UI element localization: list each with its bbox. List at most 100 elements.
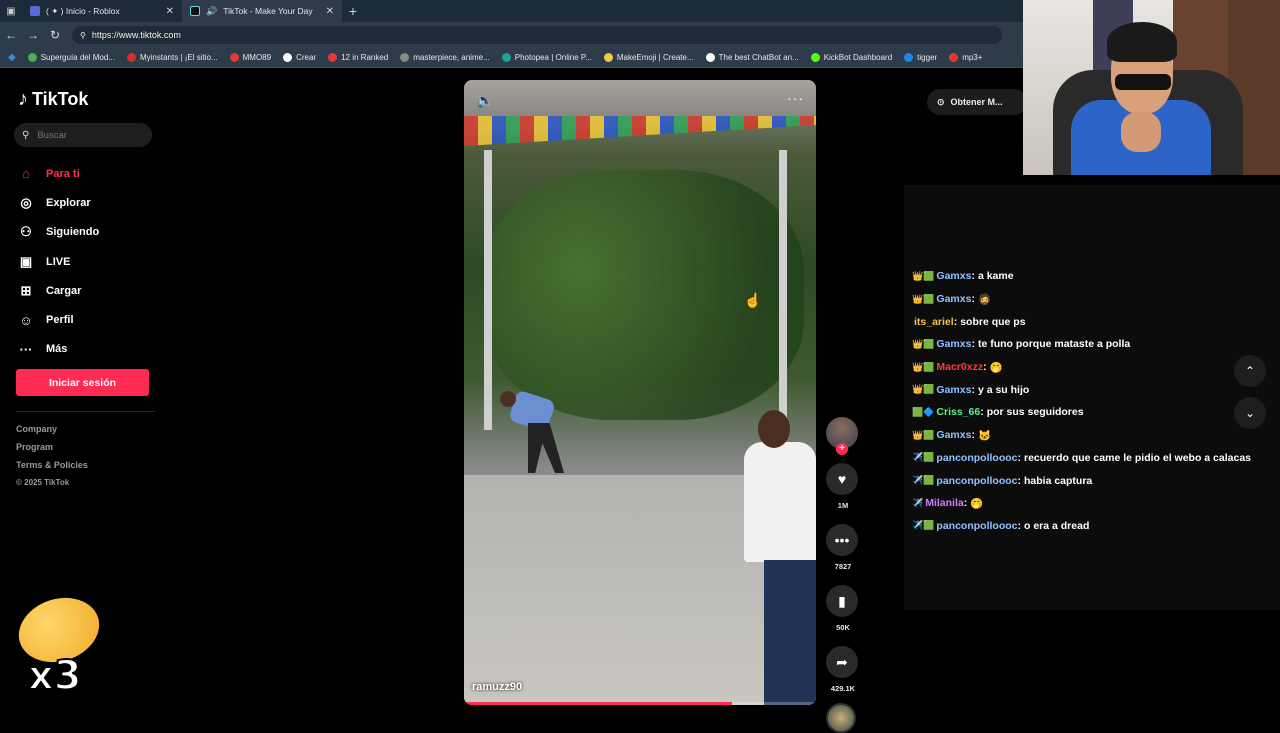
sidebar-nav: ⌂ Para ti ◎ Explorar ⚇ Siguiendo ▣ LIVE ⊞ Cargar ☺… xyxy=(18,159,158,364)
bookmark-item[interactable]: Superguía del Mod... xyxy=(27,53,115,62)
sidebar-item-label: Para ti xyxy=(46,167,80,180)
chat-username[interactable]: panconpolloooc xyxy=(936,452,1017,464)
tab-roblox[interactable]: ( ✦ ) Inicio - Roblox ✕ xyxy=(22,0,182,22)
share-action[interactable]: ➦ 429.1K xyxy=(826,646,860,693)
chat-message: 👑🟩 Gamxs: 🐱 xyxy=(912,424,1272,447)
next-video-button[interactable]: ⌄ xyxy=(1234,397,1266,429)
bookmark-item[interactable]: tigger xyxy=(904,53,937,62)
share-icon[interactable]: ➦ xyxy=(826,646,858,678)
sticker-multiplier: x3 xyxy=(27,652,83,700)
footer-program-link[interactable]: Program xyxy=(16,442,88,460)
bookmark-favicon-icon xyxy=(328,53,338,62)
following-icon: ⚇ xyxy=(20,224,32,240)
bookmark-favicon-icon xyxy=(283,53,293,62)
chat-username[interactable]: Gamxs xyxy=(936,429,971,441)
sidebar-item-profile[interactable]: ☺ Perfil xyxy=(18,305,158,334)
like-action[interactable]: ♥ 1M xyxy=(826,463,860,510)
bookmark-item[interactable]: MMO89 xyxy=(229,53,271,62)
chat-text: recuerdo que came le pidio el webo a cal… xyxy=(1024,451,1252,464)
chat-separator: : xyxy=(980,406,984,419)
chat-username[interactable]: panconpolloooc xyxy=(936,475,1017,487)
sidebar-item-upload[interactable]: ⊞ Cargar xyxy=(18,276,158,305)
chat-badge-icon: ✈️🟩 xyxy=(912,520,935,531)
close-tab-icon[interactable]: ✕ xyxy=(166,6,174,17)
close-tab-icon[interactable]: ✕ xyxy=(326,6,334,17)
new-tab-button[interactable]: + xyxy=(342,3,364,19)
chat-text: 🧔 xyxy=(977,293,992,306)
chat-text: o era a dread xyxy=(1024,519,1090,532)
chat-username[interactable]: Gamxs xyxy=(936,270,971,282)
back-icon[interactable]: ← xyxy=(0,28,22,42)
video-player[interactable]: 🔈 ··· ☝ ramuzz90 xyxy=(464,80,816,705)
search-box[interactable]: ⚲ xyxy=(14,123,152,147)
speaker-icon[interactable]: 🔊 xyxy=(206,6,217,17)
bookmark-item[interactable]: KickBot Dashboard xyxy=(810,53,892,62)
bookmark-item[interactable]: Myinstants | ¡El sitio... xyxy=(126,53,218,62)
bookmark-label: Crear xyxy=(296,53,317,62)
comment-action[interactable]: ••• 7827 xyxy=(826,524,860,571)
sidebar-item-home[interactable]: ⌂ Para ti xyxy=(18,159,158,188)
bookmark-item[interactable]: 12 in Ranked xyxy=(328,53,388,62)
reload-icon[interactable]: ↻ xyxy=(44,28,66,42)
login-button[interactable]: Iniciar sesión xyxy=(16,369,149,396)
chat-badge-icon: 👑🟩 xyxy=(912,293,935,304)
logo-text: TikTok xyxy=(32,89,89,109)
chat-username[interactable]: Gamxs xyxy=(936,338,971,350)
sidebar-item-compass[interactable]: ◎ Explorar xyxy=(18,188,158,217)
forward-icon[interactable]: → xyxy=(22,28,44,42)
bookmark-favicon-icon xyxy=(27,53,37,62)
bookmark-item[interactable]: The best ChatBot an... xyxy=(705,53,799,62)
chat-text: 🤭 xyxy=(989,361,1003,374)
sidebar-item-live[interactable]: ▣ LIVE xyxy=(18,247,158,276)
chat-username[interactable]: Macr0xzz xyxy=(936,361,983,373)
bookmark-item[interactable]: MakeEmoji | Create... xyxy=(603,53,694,62)
chat-username[interactable]: Gamxs xyxy=(936,293,971,305)
sidebar-divider xyxy=(16,411,156,412)
edge-icon[interactable]: ◆ xyxy=(8,52,16,63)
bookmark-item[interactable]: Crear xyxy=(283,53,316,62)
creator-avatar[interactable]: + xyxy=(826,417,858,455)
chat-username[interactable]: its_ariel xyxy=(914,316,954,328)
tab-tiktok[interactable]: 🔊 TikTok - Make Your Day ✕ xyxy=(182,0,342,22)
follow-plus-icon[interactable]: + xyxy=(836,443,848,455)
bookmark-label: Superguía del Mod... xyxy=(40,53,115,62)
site-info-icon[interactable]: ⚲ xyxy=(80,31,86,40)
more-options-icon[interactable]: ··· xyxy=(787,90,804,106)
save-action[interactable]: ▮ 50K xyxy=(826,585,860,632)
url-field[interactable]: ⚲ https://www.tiktok.com xyxy=(72,26,1002,44)
footer-terms-link[interactable]: Terms & Policies xyxy=(16,460,88,478)
chat-username[interactable]: Milanila xyxy=(925,497,964,509)
chat-message: 👑🟩 Gamxs: te funo porque mataste a polla xyxy=(912,333,1272,356)
search-input[interactable] xyxy=(37,129,138,141)
chat-username[interactable]: Criss_66 xyxy=(936,406,980,418)
previous-video-button[interactable]: ⌃ xyxy=(1234,355,1266,387)
bookmark-favicon-icon xyxy=(603,53,613,62)
video-progress-bar[interactable] xyxy=(464,702,816,705)
chat-message: ✈️ Milanila: 🤭 xyxy=(912,492,1272,515)
home-icon: ⌂ xyxy=(22,166,30,182)
sidebar-item-following[interactable]: ⚇ Siguiendo xyxy=(18,218,158,247)
bookmark-item[interactable]: Photopea | Online P... xyxy=(501,53,592,62)
tab-actions-icon[interactable]: ▣ xyxy=(0,0,22,22)
bookmark-item[interactable]: masterpiece, anime... xyxy=(400,53,490,62)
chat-separator: : xyxy=(971,383,975,396)
bookmark-item[interactable]: mp3+ xyxy=(949,53,982,62)
video-author[interactable]: ramuzz90 xyxy=(472,681,522,693)
tiktok-logo[interactable]: ♪ TikTok xyxy=(18,88,88,111)
footer-company-link[interactable]: Company xyxy=(16,424,88,442)
chat-badge-icon: 👑🟩 xyxy=(912,338,935,349)
bookmark-favicon-icon xyxy=(810,53,820,62)
chat-username[interactable]: Gamxs xyxy=(936,384,971,396)
heart-icon[interactable]: ♥ xyxy=(826,463,858,495)
sidebar-item-more[interactable]: ··· Más xyxy=(18,335,158,364)
emoji-sticker-overlay: x3 xyxy=(10,587,108,700)
get-app-button[interactable]: ⊙ Obtener M... xyxy=(927,89,1027,115)
like-count: 1M xyxy=(837,501,849,510)
bookmark-icon[interactable]: ▮ xyxy=(826,585,858,617)
comment-icon[interactable]: ••• xyxy=(826,524,858,556)
volume-icon[interactable]: 🔈 xyxy=(476,92,493,109)
profile-icon: ☺ xyxy=(19,312,33,328)
chat-username[interactable]: panconpolloooc xyxy=(936,520,1017,532)
bookmark-label: The best ChatBot an... xyxy=(718,53,799,62)
music-disc-icon[interactable] xyxy=(826,703,856,733)
